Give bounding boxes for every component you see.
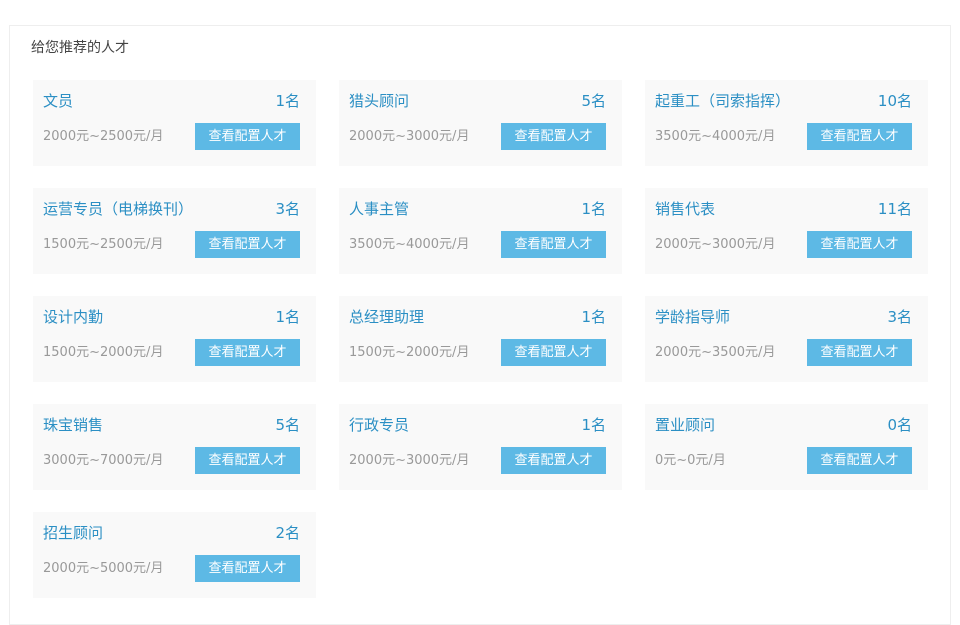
view-matching-talent-button[interactable]: 查看配置人才 [195, 447, 300, 474]
job-title[interactable]: 销售代表 [655, 198, 715, 220]
salary-range: 1500元~2000元/月 [43, 345, 164, 360]
view-matching-talent-button[interactable]: 查看配置人才 [807, 339, 912, 366]
view-matching-talent-button[interactable]: 查看配置人才 [807, 231, 912, 258]
headcount: 1名 [275, 92, 300, 110]
salary-range: 3500元~4000元/月 [349, 237, 470, 252]
salary-range: 2000元~3000元/月 [655, 237, 776, 252]
salary-range: 3500元~4000元/月 [655, 129, 776, 144]
salary-range: 0元~0元/月 [655, 453, 726, 468]
job-title[interactable]: 设计内勤 [43, 306, 103, 328]
view-matching-talent-button[interactable]: 查看配置人才 [195, 123, 300, 150]
talent-card: 猎头顾问 5名 2000元~3000元/月 查看配置人才 [339, 80, 622, 166]
job-title[interactable]: 置业顾问 [655, 414, 715, 436]
view-matching-talent-button[interactable]: 查看配置人才 [195, 339, 300, 366]
view-matching-talent-button[interactable]: 查看配置人才 [501, 231, 606, 258]
talent-card: 总经理助理 1名 1500元~2000元/月 查看配置人才 [339, 296, 622, 382]
job-title[interactable]: 招生顾问 [43, 522, 103, 544]
view-matching-talent-button[interactable]: 查看配置人才 [501, 123, 606, 150]
headcount: 1名 [581, 308, 606, 326]
headcount: 2名 [275, 524, 300, 542]
salary-range: 1500元~2000元/月 [349, 345, 470, 360]
talent-card: 销售代表 11名 2000元~3000元/月 查看配置人才 [645, 188, 928, 274]
view-matching-talent-button[interactable]: 查看配置人才 [195, 231, 300, 258]
view-matching-talent-button[interactable]: 查看配置人才 [195, 555, 300, 582]
view-matching-talent-button[interactable]: 查看配置人才 [807, 123, 912, 150]
job-title[interactable]: 珠宝销售 [43, 414, 103, 436]
job-title[interactable]: 运营专员（电梯换刊） [43, 198, 193, 220]
salary-range: 2000元~3500元/月 [655, 345, 776, 360]
salary-range: 2000元~5000元/月 [43, 561, 164, 576]
talent-card: 行政专员 1名 2000元~3000元/月 查看配置人才 [339, 404, 622, 490]
headcount: 1名 [581, 416, 606, 434]
salary-range: 2000元~2500元/月 [43, 129, 164, 144]
view-matching-talent-button[interactable]: 查看配置人才 [501, 447, 606, 474]
headcount: 3名 [887, 308, 912, 326]
headcount: 0名 [887, 416, 912, 434]
talent-card: 学龄指导师 3名 2000元~3500元/月 查看配置人才 [645, 296, 928, 382]
talent-card: 设计内勤 1名 1500元~2000元/月 查看配置人才 [33, 296, 316, 382]
headcount: 10名 [877, 92, 912, 110]
talent-card: 运营专员（电梯换刊） 3名 1500元~2500元/月 查看配置人才 [33, 188, 316, 274]
headcount: 5名 [275, 416, 300, 434]
headcount: 3名 [275, 200, 300, 218]
salary-range: 3000元~7000元/月 [43, 453, 164, 468]
talent-card: 珠宝销售 5名 3000元~7000元/月 查看配置人才 [33, 404, 316, 490]
section-title: 给您推荐的人才 [31, 40, 129, 56]
headcount: 1名 [275, 308, 300, 326]
job-title[interactable]: 起重工（司索指挥） [655, 90, 790, 112]
job-title[interactable]: 总经理助理 [349, 306, 424, 328]
job-title[interactable]: 行政专员 [349, 414, 409, 436]
job-title[interactable]: 人事主管 [349, 198, 409, 220]
job-title[interactable]: 文员 [43, 90, 73, 112]
headcount: 5名 [581, 92, 606, 110]
salary-range: 1500元~2500元/月 [43, 237, 164, 252]
salary-range: 2000元~3000元/月 [349, 453, 470, 468]
headcount: 11名 [877, 200, 912, 218]
headcount: 1名 [581, 200, 606, 218]
talent-card: 起重工（司索指挥） 10名 3500元~4000元/月 查看配置人才 [645, 80, 928, 166]
talent-card: 置业顾问 0名 0元~0元/月 查看配置人才 [645, 404, 928, 490]
salary-range: 2000元~3000元/月 [349, 129, 470, 144]
view-matching-talent-button[interactable]: 查看配置人才 [807, 447, 912, 474]
talent-card: 招生顾问 2名 2000元~5000元/月 查看配置人才 [33, 512, 316, 598]
talent-card: 人事主管 1名 3500元~4000元/月 查看配置人才 [339, 188, 622, 274]
job-title[interactable]: 学龄指导师 [655, 306, 730, 328]
view-matching-talent-button[interactable]: 查看配置人才 [501, 339, 606, 366]
talent-card: 文员 1名 2000元~2500元/月 查看配置人才 [33, 80, 316, 166]
job-title[interactable]: 猎头顾问 [349, 90, 409, 112]
